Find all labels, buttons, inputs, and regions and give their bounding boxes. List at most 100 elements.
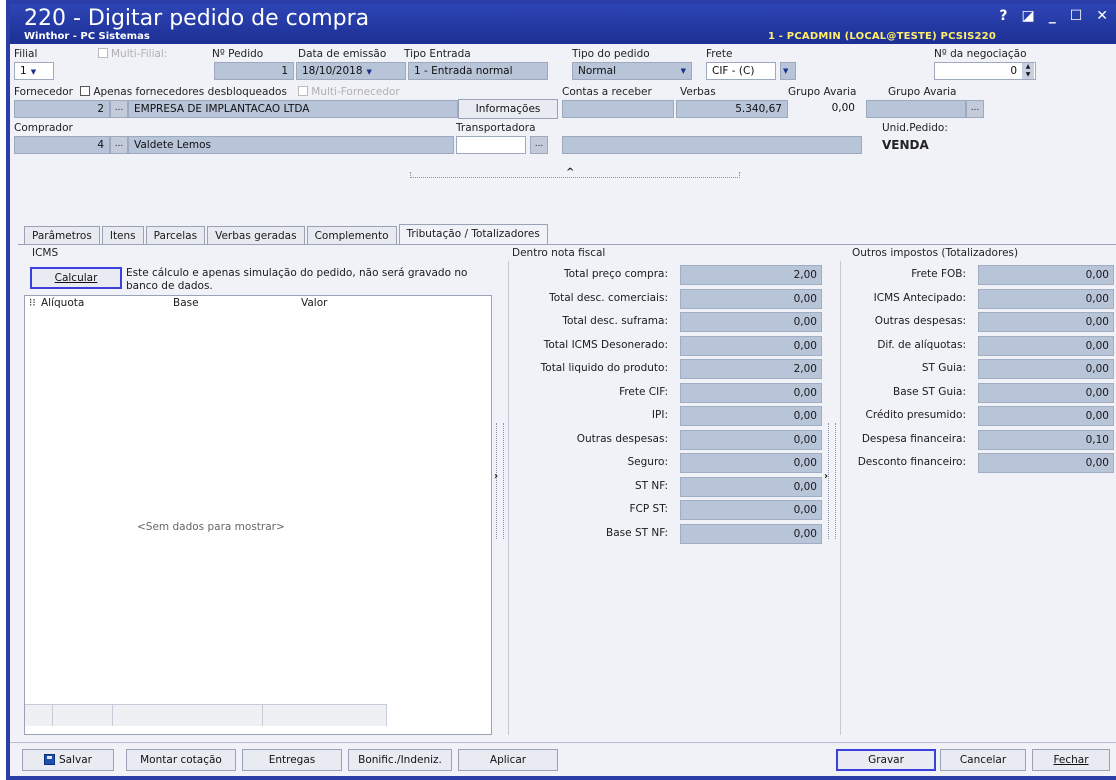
- transportadora-search-button[interactable]: ...: [530, 136, 548, 154]
- unid-pedido-label: Unid.Pedido:: [882, 122, 948, 134]
- icms-grid[interactable]: ⁝⁝ Alíquota Base Valor <Sem dados para m…: [24, 295, 492, 735]
- window-title: 220 - Digitar pedido de compra: [24, 6, 370, 31]
- icms-note: Este cálculo e apenas simulação do pedid…: [126, 267, 468, 292]
- col-aliquota[interactable]: Alíquota: [41, 297, 84, 309]
- window-subtitle: Winthor - PC Sistemas: [24, 31, 150, 42]
- filial-select[interactable]: 1: [14, 62, 54, 80]
- bonific-indeniz-button[interactable]: Bonific./Indeniz.: [348, 749, 452, 771]
- restore-icon[interactable]: ◪: [1021, 8, 1034, 24]
- outros-row-label: Outras despesas:: [874, 315, 966, 327]
- icms-grid-header: ⁝⁝ Alíquota Base Valor: [25, 296, 491, 312]
- apenas-desbloqueados-checkbox[interactable]: Apenas fornecedores desbloqueados: [80, 86, 287, 98]
- grupo-avaria-value: 0,00: [831, 102, 855, 114]
- frete-select[interactable]: CIF - (C): [706, 62, 776, 80]
- collapse-handle[interactable]: [410, 172, 740, 178]
- tipo-entrada-field[interactable]: 1 - Entrada normal: [408, 62, 548, 80]
- comprador-search-button[interactable]: ...: [110, 136, 128, 154]
- transportadora-label: Transportadora: [456, 122, 536, 134]
- dentro_nota-row-value: 0,00: [680, 429, 822, 450]
- pedido-label: Nº Pedido: [212, 48, 264, 60]
- dentro_nota-row-value: 0,00: [680, 453, 822, 473]
- fornecedor-code-field[interactable]: 2: [14, 100, 110, 118]
- outros-row-value: 0,00: [978, 265, 1114, 285]
- window-controls: ? ◪ _ ☐ ✕: [999, 8, 1108, 24]
- informacoes-button[interactable]: Informações: [458, 99, 558, 119]
- montar-cotacao-button[interactable]: Montar cotação: [126, 749, 236, 771]
- tab-tributacao-totalizadores[interactable]: Tributação / Totalizadores: [398, 224, 548, 244]
- verbas-label: Verbas: [680, 86, 716, 98]
- salvar-label: Salvar: [59, 754, 92, 766]
- maximize-icon[interactable]: ☐: [1070, 8, 1083, 24]
- dentro_nota-row-value: 2,00: [680, 359, 822, 379]
- grid-empty-message: <Sem dados para mostrar>: [137, 521, 285, 533]
- outros-row-value: 0,00: [978, 406, 1114, 426]
- data-emissao-label: Data de emissão: [298, 48, 387, 60]
- col-base[interactable]: Base: [173, 297, 199, 309]
- tab-complemento[interactable]: Complemento: [306, 226, 397, 244]
- footer-cell: [113, 705, 263, 726]
- tab-parcelas[interactable]: Parcelas: [145, 226, 206, 244]
- dentro_nota-row-label: Seguro:: [627, 456, 669, 468]
- chevron-right-icon[interactable]: ›: [824, 471, 828, 482]
- contas-receber-field: [562, 100, 674, 118]
- tipo-pedido-select[interactable]: Normal ▼: [572, 62, 692, 80]
- grupo-avaria2-label: Grupo Avaria: [888, 86, 957, 98]
- chevron-right-icon[interactable]: ›: [494, 471, 498, 482]
- salvar-button[interactable]: Salvar: [22, 749, 114, 771]
- tab-itens[interactable]: Itens: [101, 226, 144, 244]
- tab-bar: Parâmetros Itens Parcelas Verbas geradas…: [24, 224, 550, 244]
- footer-cell: [263, 705, 387, 726]
- window-frame: 220 - Digitar pedido de compra Winthor -…: [6, 0, 1116, 780]
- grupo-avaria-search-button[interactable]: ...: [966, 100, 984, 118]
- outros-row-label: Dif. de alíquotas:: [877, 338, 966, 351]
- cancelar-button[interactable]: Cancelar: [940, 749, 1026, 771]
- grupo-avaria2-field: [866, 100, 966, 118]
- comprador-name-field: Valdete Lemos: [128, 136, 454, 154]
- tab-panel-tributacao: ICMS Calcular Este cálculo e apenas simu…: [18, 244, 1116, 735]
- frete-dropdown-icon[interactable]: ▼: [780, 62, 796, 80]
- dentro_nota-row-label: Total desc. suframa:: [562, 315, 668, 327]
- comprador-code-field[interactable]: 4: [14, 136, 110, 154]
- divider: [840, 261, 841, 735]
- transportadora-code-field[interactable]: [456, 136, 526, 154]
- calcular-button[interactable]: Calcular: [30, 267, 122, 289]
- outros-row-label: Crédito presumido:: [865, 409, 966, 421]
- minimize-icon[interactable]: _: [1049, 8, 1056, 24]
- multi-fornecedor-checkbox[interactable]: Multi-Fornecedor: [298, 86, 400, 98]
- negociacao-field[interactable]: 0: [934, 62, 1036, 80]
- tab-parametros[interactable]: Parâmetros: [24, 226, 100, 244]
- data-emissao-field[interactable]: 18/10/2018: [296, 62, 406, 80]
- gravar-button[interactable]: Gravar: [836, 749, 936, 771]
- fechar-button[interactable]: Fechar: [1032, 749, 1110, 771]
- col-valor[interactable]: Valor: [301, 297, 327, 309]
- dentro_nota-row-value: 0,00: [680, 406, 822, 426]
- multi-filial-checkbox[interactable]: Multi-Filial:: [98, 48, 167, 60]
- entregas-button[interactable]: Entregas: [242, 749, 342, 771]
- right-splitter[interactable]: [828, 423, 836, 539]
- footer-cell: [53, 705, 113, 726]
- dentro_nota-row-label: ST NF:: [634, 479, 668, 492]
- outros-row-label: ICMS Antecipado:: [873, 291, 966, 304]
- outros-row-label: Despesa financeira:: [861, 432, 966, 445]
- aplicar-button[interactable]: Aplicar: [458, 749, 558, 771]
- footer-cell: [25, 705, 53, 726]
- fornecedor-search-button[interactable]: ...: [110, 100, 128, 118]
- outros-row-value: 0,00: [978, 382, 1114, 403]
- fornecedor-name-field: EMPRESA DE IMPLANTACAO LTDA: [128, 100, 458, 118]
- tab-verbas-geradas[interactable]: Verbas geradas: [207, 226, 305, 244]
- contas-receber-label: Contas a receber: [562, 86, 652, 98]
- help-icon[interactable]: ?: [999, 8, 1007, 24]
- title-bar: 220 - Digitar pedido de compra Winthor -…: [10, 4, 1116, 44]
- outros-impostos-title: Outros impostos (Totalizadores): [852, 247, 1019, 259]
- divider: [508, 261, 509, 735]
- outros-row-label: Frete FOB:: [911, 268, 966, 280]
- negociacao-spin-icon[interactable]: ▲ ▼: [1022, 63, 1034, 79]
- outros-row-value: 0,00: [978, 335, 1114, 356]
- dentro_nota-row-label: Outras despesas:: [576, 432, 668, 445]
- pedido-field[interactable]: 1: [214, 62, 294, 80]
- chevron-up-icon[interactable]: ^: [566, 167, 574, 178]
- session-info: 1 - PCADMIN (LOCAL@TESTE) PCSIS220: [767, 31, 996, 42]
- dentro_nota-row-label: Total preço compra:: [564, 268, 668, 280]
- fechar-label: Fechar: [1053, 754, 1089, 766]
- close-icon[interactable]: ✕: [1096, 8, 1108, 24]
